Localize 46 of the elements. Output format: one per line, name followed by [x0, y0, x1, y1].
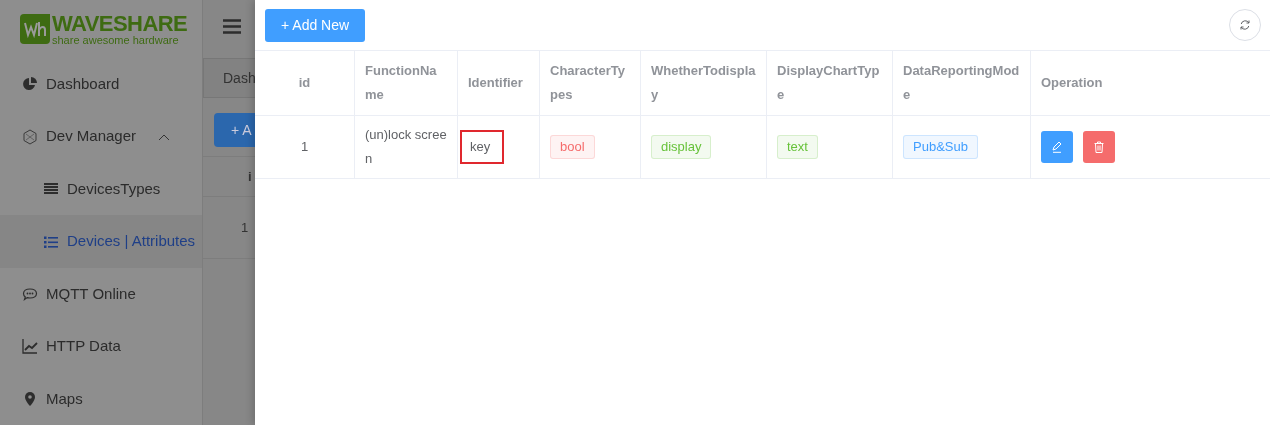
tag: display: [651, 135, 712, 159]
column-header: WhetherTodisplay: [651, 62, 756, 104]
column-header: DataReportingMode: [903, 62, 1020, 104]
line-chart-icon: [22, 338, 38, 355]
sidebar-label: Dashboard: [46, 74, 120, 94]
sidebar-item[interactable]: Dashboard: [0, 58, 202, 111]
tag: text: [777, 135, 818, 159]
logo-name: WAVESHARE: [52, 12, 188, 35]
sidebar-label: MQTT Online: [46, 283, 136, 304]
hexagon-icon: [22, 128, 38, 145]
add-new-button[interactable]: + Add New: [265, 8, 366, 42]
menu-icon[interactable]: [223, 18, 241, 34]
sidebar-label: Maps: [46, 388, 83, 409]
table-cell-text: (un)lock screen: [365, 126, 447, 168]
column-header: Identifier: [468, 74, 523, 92]
map-pin-icon: [22, 390, 38, 407]
refresh-icon: [1239, 19, 1251, 31]
tab[interactable]: Dash: [203, 58, 255, 98]
column-header: Operation: [1041, 74, 1103, 92]
column-header: CharacterTypes: [550, 62, 626, 104]
trash-icon: [1093, 141, 1105, 153]
sidebar-item[interactable]: HTTP Data: [0, 320, 202, 373]
sidebar-label: Devices | Attributes: [67, 231, 196, 252]
sidebar-item[interactable]: MQTT Online: [0, 267, 202, 321]
column-header: id: [298, 74, 311, 92]
logo-tagline: share awesome hardware: [52, 34, 180, 46]
chat-icon: [22, 285, 38, 302]
edit-button[interactable]: [1041, 131, 1073, 163]
sidebar-label: HTTP Data: [46, 336, 121, 357]
add-button[interactable]: + A: [214, 113, 255, 147]
tag: bool: [550, 135, 595, 159]
logo-icon: [20, 14, 50, 44]
sidebar-label: DevicesTypes: [67, 178, 161, 199]
column-header: DisplayChartType: [777, 62, 881, 104]
pencil-icon: [1051, 141, 1063, 153]
table-cell-text: 1: [300, 138, 309, 157]
sidebar-item[interactable]: Devices | Attributes: [0, 215, 202, 268]
tag: Pub&Sub: [903, 135, 978, 159]
sidebar-label: Dev Manager: [46, 126, 137, 147]
sidebar-item[interactable]: Dev Manager: [0, 110, 202, 163]
sidebar-item[interactable]: DevicesTypes: [0, 162, 202, 216]
pie-chart-icon: [22, 76, 38, 93]
table-cell: key: [460, 130, 504, 164]
sidebar-item[interactable]: Maps: [0, 372, 202, 425]
delete-button[interactable]: [1083, 131, 1115, 163]
column-header: FunctionName: [365, 62, 438, 104]
